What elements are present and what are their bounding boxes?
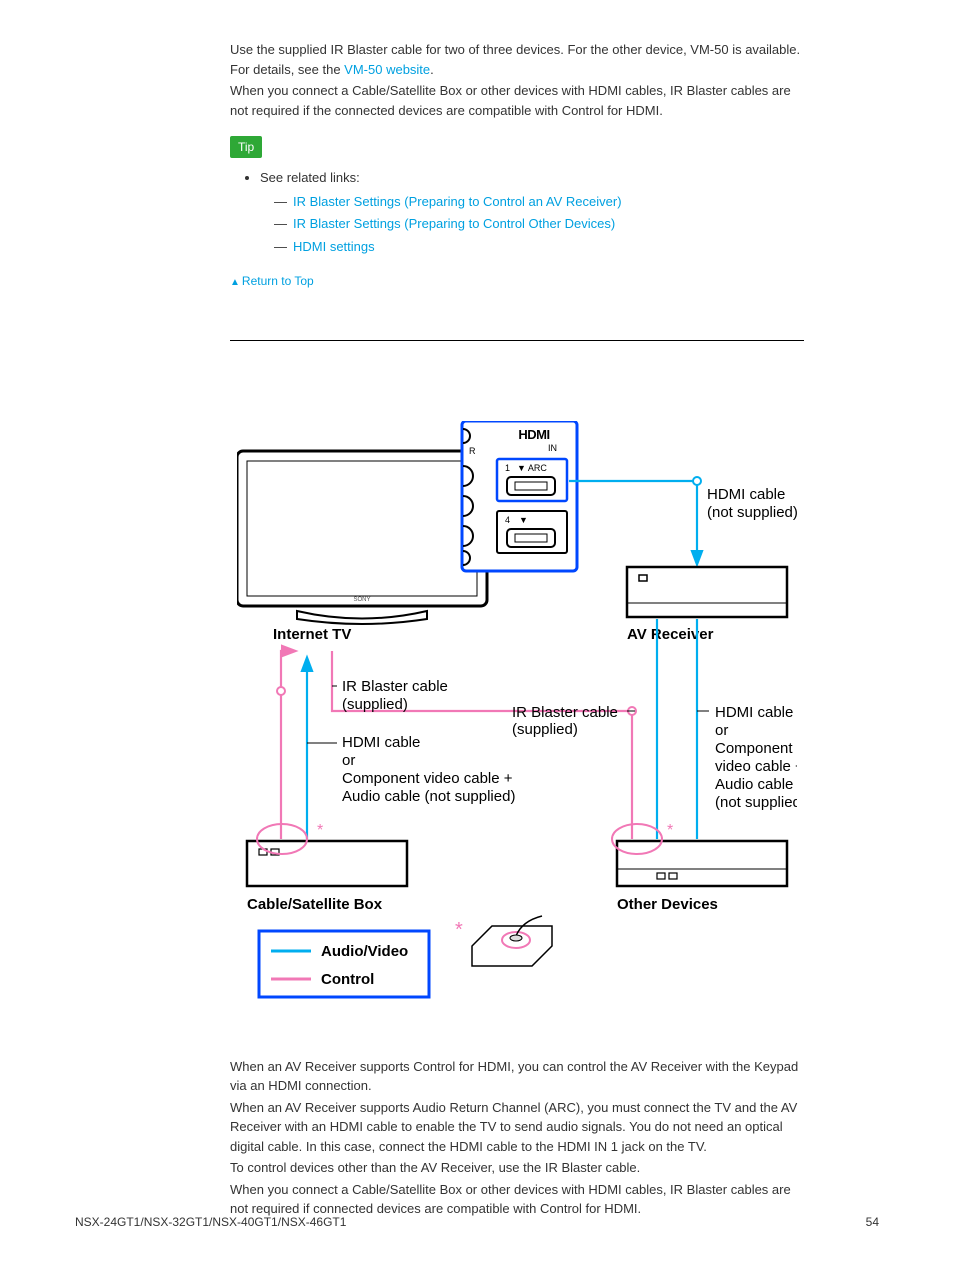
tip-list: See related links: IR Blaster Settings (…	[230, 168, 804, 256]
tip-link-2[interactable]: IR Blaster Settings (Preparing to Contro…	[293, 216, 615, 231]
return-top-link[interactable]: Return to Top	[242, 274, 314, 288]
vm50-link[interactable]: VM-50 website	[344, 62, 430, 77]
page-footer: NSX-24GT1/NSX-32GT1/NSX-40GT1/NSX-46GT1 …	[75, 1213, 879, 1231]
svg-text:HDMI cable: HDMI cable	[715, 704, 793, 721]
triangle-up-icon: ▲	[230, 277, 240, 288]
body2-paragraph-1: When an AV Receiver supports Control for…	[230, 1057, 804, 1096]
list-item: IR Blaster Settings (Preparing to Contro…	[274, 192, 804, 212]
tip-badge: Tip	[230, 136, 262, 158]
svg-text:▼ ARC: ▼ ARC	[517, 463, 547, 473]
svg-text:Internet TV: Internet TV	[273, 626, 351, 643]
svg-text:HDMI cable: HDMI cable	[342, 734, 420, 751]
tip-bullet-label: See related links:	[260, 170, 360, 185]
svg-text:(not supplied): (not supplied)	[707, 504, 797, 521]
svg-text:(not supplied): (not supplied)	[715, 794, 797, 811]
svg-text:*: *	[317, 822, 323, 839]
svg-text:Cable/Satellite Box: Cable/Satellite Box	[247, 896, 383, 913]
intro-paragraph-2: When you connect a Cable/Satellite Box o…	[230, 81, 804, 120]
intro-text-1b: .	[430, 62, 434, 77]
svg-text:IR Blaster cable: IR Blaster cable	[342, 678, 448, 695]
diagram-svg: SONY R HDMI IN 1 ▼ ARC 4 ▼	[237, 421, 797, 1021]
svg-text:Component video cable +: Component video cable +	[342, 770, 513, 787]
tip-link-1[interactable]: IR Blaster Settings (Preparing to Contro…	[293, 194, 622, 209]
tip-bullet: See related links: IR Blaster Settings (…	[260, 168, 804, 256]
svg-text:Audio cable (not supplied): Audio cable (not supplied)	[342, 788, 515, 805]
footer-models: NSX-24GT1/NSX-32GT1/NSX-40GT1/NSX-46GT1	[75, 1213, 346, 1231]
svg-text:AV Receiver: AV Receiver	[627, 626, 714, 643]
svg-text:(supplied): (supplied)	[342, 696, 408, 713]
body2-paragraph-2: When an AV Receiver supports Audio Retur…	[230, 1098, 804, 1157]
footer-page-number: 54	[866, 1213, 879, 1231]
tip-link-3[interactable]: HDMI settings	[293, 239, 375, 254]
section-divider	[230, 340, 804, 341]
list-item: HDMI settings	[274, 237, 804, 257]
svg-text:Audio cable: Audio cable	[715, 776, 793, 793]
svg-text:HDMI cable: HDMI cable	[707, 486, 785, 503]
svg-text:(supplied): (supplied)	[512, 721, 578, 738]
svg-text:Control: Control	[321, 971, 374, 988]
svg-text:1: 1	[505, 463, 510, 473]
list-item: IR Blaster Settings (Preparing to Contro…	[274, 214, 804, 234]
svg-text:*: *	[455, 919, 463, 941]
svg-text:SONY: SONY	[353, 597, 370, 603]
body2-paragraph-3: To control devices other than the AV Rec…	[230, 1158, 804, 1178]
intro-text-1a: Use the supplied IR Blaster cable for tw…	[230, 42, 800, 77]
svg-text:IN: IN	[548, 443, 557, 453]
intro-paragraph-1: Use the supplied IR Blaster cable for tw…	[230, 40, 804, 79]
svg-text:video cable +: video cable +	[715, 758, 797, 775]
svg-text:HDMI: HDMI	[518, 427, 549, 442]
svg-text:or: or	[715, 722, 728, 739]
svg-text:4: 4	[505, 515, 510, 525]
svg-text:▼: ▼	[519, 515, 528, 525]
svg-text:Audio/Video: Audio/Video	[321, 943, 408, 960]
tip-links-list: IR Blaster Settings (Preparing to Contro…	[260, 192, 804, 257]
return-to-top[interactable]: ▲Return to Top	[230, 272, 804, 290]
svg-text:or: or	[342, 752, 355, 769]
svg-text:R: R	[469, 446, 476, 456]
connection-diagram: SONY R HDMI IN 1 ▼ ARC 4 ▼	[237, 421, 797, 1027]
svg-text:*: *	[667, 822, 673, 839]
svg-text:Other Devices: Other Devices	[617, 896, 718, 913]
svg-text:IR Blaster cable: IR Blaster cable	[512, 704, 618, 721]
svg-text:Component: Component	[715, 740, 793, 757]
